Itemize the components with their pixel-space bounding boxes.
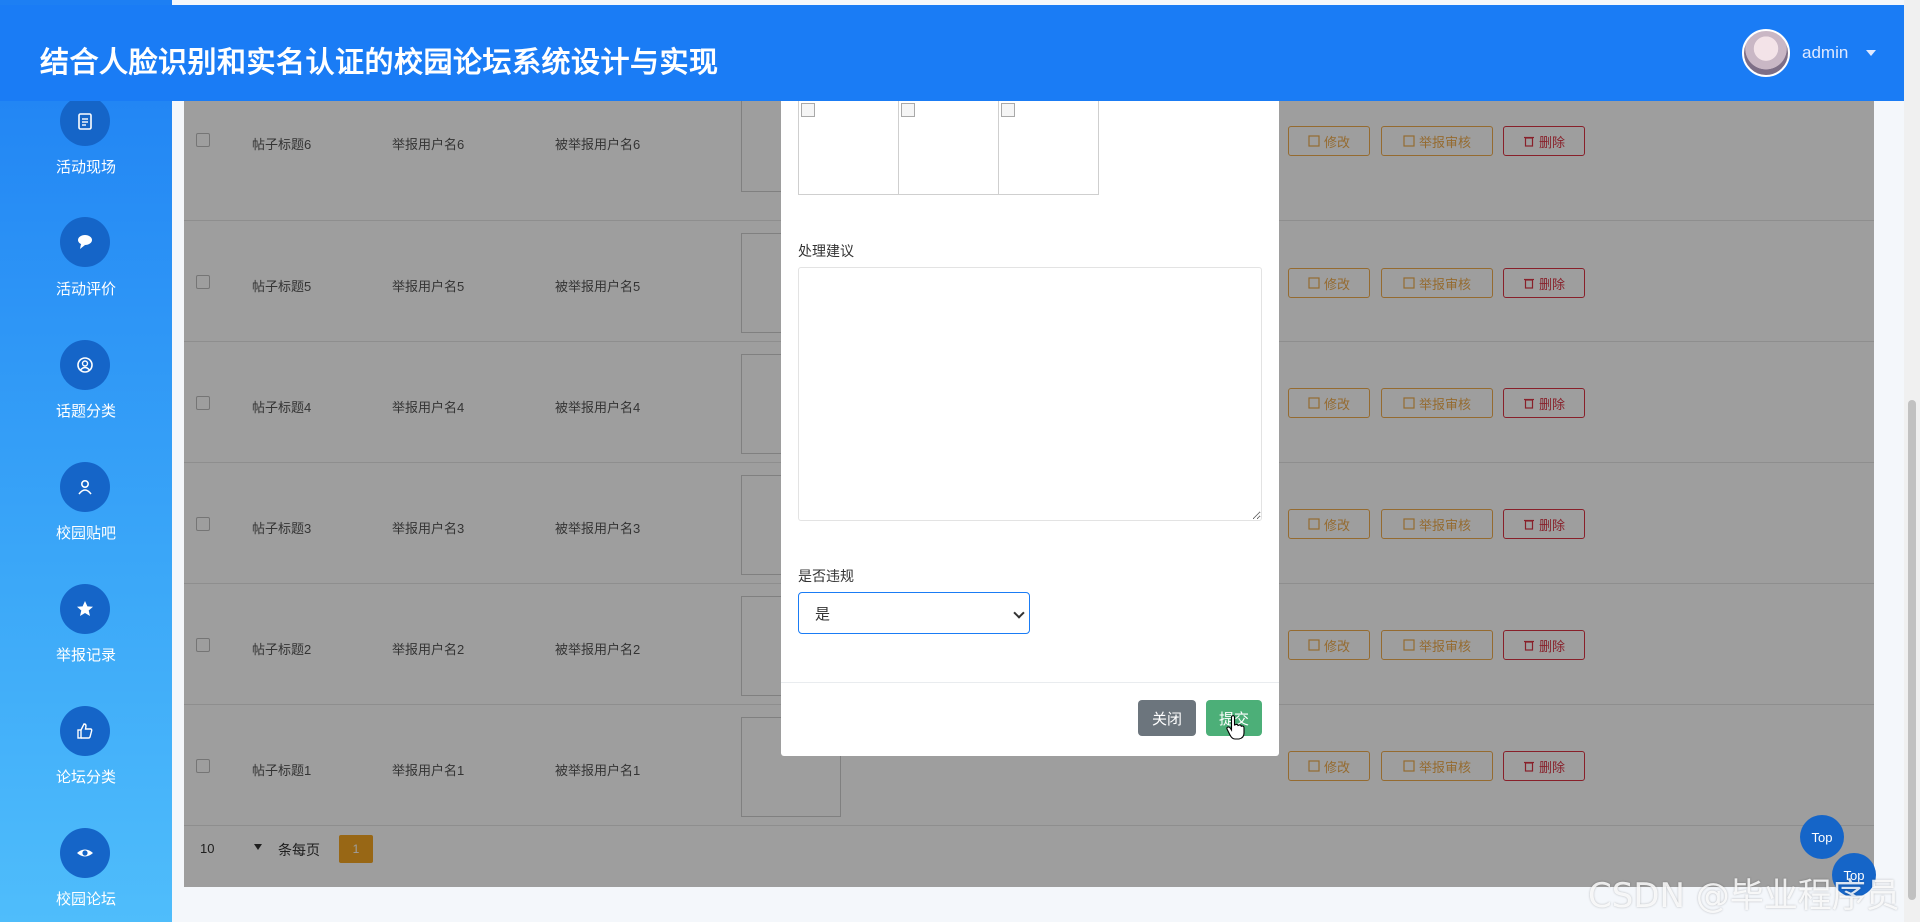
sidebar-item-label: 举报记录 — [55, 647, 116, 664]
report-image — [798, 100, 899, 195]
audit-modal: 处理建议 是否违规 是 关闭 提交 — [781, 100, 1279, 756]
report-image — [898, 100, 999, 195]
suggestion-label: 处理建议 — [798, 243, 854, 259]
sidebar-item-label: 活动评价 — [55, 281, 116, 298]
sidebar-item-label: 校园贴吧 — [55, 525, 116, 542]
calendar-icon — [60, 96, 110, 146]
page-scrollbar[interactable] — [1904, 0, 1920, 922]
broken-image-icon — [1001, 103, 1015, 117]
sidebar-item-label: 校园论坛 — [55, 891, 116, 908]
watermark: CSDN @毕业程序员 — [1588, 876, 1900, 916]
violation-label: 是否违规 — [798, 568, 854, 584]
violation-select[interactable]: 是 — [798, 592, 1030, 634]
username-label[interactable]: admin — [1802, 43, 1848, 63]
top-header: 结合人脸识别和实名认证的校园论坛系统设计与实现 admin — [0, 5, 1904, 101]
page-title: 结合人脸识别和实名认证的校园论坛系统设计与实现 — [40, 47, 719, 79]
back-to-top-button[interactable]: Top — [1800, 815, 1844, 859]
sidebar-item-label: 话题分类 — [55, 403, 116, 420]
avatar[interactable] — [1742, 29, 1790, 77]
broken-image-icon — [901, 103, 915, 117]
hand-cursor-icon — [1226, 715, 1245, 740]
sidebar: 活动现场 活动评价 话题分类 校园贴吧 举报记录 论坛分类 校园论坛 — [0, 0, 172, 922]
scrollbar-thumb[interactable] — [1908, 400, 1916, 900]
user-menu[interactable]: admin — [1742, 29, 1877, 77]
suggestion-textarea[interactable] — [798, 267, 1262, 521]
eye-icon — [60, 828, 110, 878]
close-button[interactable]: 关闭 — [1138, 700, 1196, 736]
chevron-down-icon[interactable] — [1866, 50, 1877, 56]
sidebar-item-label: 论坛分类 — [55, 769, 116, 786]
circle-user-icon — [60, 340, 110, 390]
user-icon — [60, 462, 110, 512]
chat-icon — [60, 217, 110, 267]
violation-select-value: 是 — [815, 605, 831, 623]
star-icon — [60, 584, 110, 634]
report-image — [998, 100, 1099, 195]
chevron-down-icon — [1013, 607, 1025, 619]
thumbs-up-icon — [60, 706, 110, 756]
sidebar-item-label: 活动现场 — [55, 159, 116, 176]
modal-footer-divider — [781, 682, 1279, 683]
broken-image-icon — [801, 103, 815, 117]
